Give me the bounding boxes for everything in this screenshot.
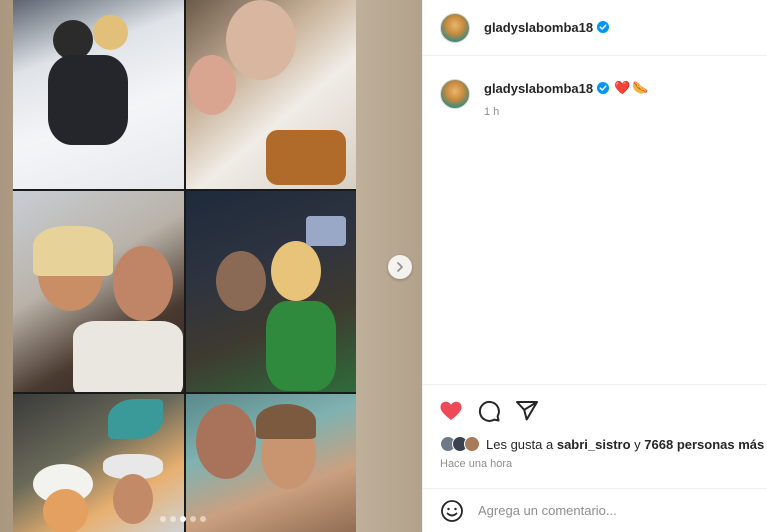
liker-username[interactable]: sabri_sistro — [557, 437, 631, 452]
like-button[interactable] — [439, 399, 463, 423]
action-bar — [423, 385, 767, 423]
likes-prefix: Les gusta a — [486, 436, 554, 452]
post-media — [0, 0, 422, 532]
post-header: gladyslabomba18 — [423, 0, 767, 56]
likes-summary: Les gusta a sabri_sistro y 7668 personas… — [423, 423, 767, 452]
comment-input[interactable] — [478, 503, 738, 518]
liker-avatars[interactable] — [440, 436, 480, 452]
caption-timestamp[interactable]: 1 h — [484, 106, 648, 118]
collage-photo-party — [186, 191, 356, 392]
verified-badge-icon — [597, 81, 610, 94]
heart-emoji: ❤️ — [614, 80, 631, 95]
carousel-next-button[interactable] — [388, 255, 412, 279]
liker-avatar — [464, 436, 480, 452]
caption-comment: gladyslabomba18 ❤️ 🌭 1 h — [423, 56, 767, 118]
heart-filled-icon — [440, 401, 462, 420]
comment-icon — [478, 400, 500, 422]
emoji-picker-button[interactable] — [440, 499, 464, 523]
hotdog-emoji: 🌭 — [632, 80, 649, 95]
caption-username[interactable]: gladyslabomba18 — [484, 81, 610, 96]
carousel-dot — [160, 516, 166, 522]
avatar[interactable] — [440, 12, 470, 43]
comment-button[interactable] — [477, 399, 501, 423]
chevron-right-icon — [397, 262, 403, 272]
collage-photo-couple-selfie — [13, 191, 184, 392]
add-comment-bar — [423, 488, 767, 532]
post-actions-section: Les gusta a sabri_sistro y 7668 personas… — [423, 384, 767, 470]
carousel-dot-active — [180, 516, 186, 522]
header-username[interactable]: gladyslabomba18 — [484, 20, 610, 35]
caption-avatar[interactable] — [440, 79, 470, 109]
photo-collage — [13, 0, 356, 532]
post-timestamp[interactable]: Hace una hora — [423, 452, 767, 470]
carousel-dots — [160, 516, 206, 522]
share-button[interactable] — [515, 399, 539, 423]
collage-photo-ski — [13, 0, 184, 189]
likes-middle: y — [634, 436, 641, 452]
carousel-dot — [190, 516, 196, 522]
smiley-icon — [441, 499, 463, 522]
collage-photo-beach — [186, 394, 356, 532]
carousel-dot — [200, 516, 206, 522]
carousel-dot — [170, 516, 176, 522]
likes-count[interactable]: 7668 personas más — [644, 437, 764, 452]
send-icon — [516, 401, 538, 421]
verified-badge-icon — [597, 21, 610, 33]
collage-photo-selfie-bed — [186, 0, 356, 189]
post-side-panel: gladyslabomba18 gladyslabomba18 ❤️ 🌭 1 h — [422, 0, 767, 532]
collage-photo-hats — [13, 394, 184, 532]
